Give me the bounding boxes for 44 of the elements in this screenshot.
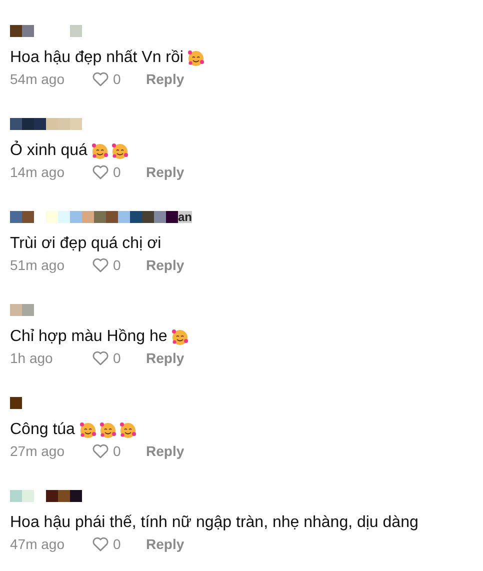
- like-button[interactable]: 0: [92, 443, 146, 459]
- comment-time: 47m ago: [10, 536, 66, 552]
- like-button[interactable]: 0: [92, 164, 146, 180]
- smiling-face-with-hearts-icon: [171, 328, 190, 346]
- smiling-face-with-hearts-icon: [98, 421, 117, 439]
- comment-time: 14m ago: [10, 164, 66, 180]
- comment-time: 51m ago: [10, 257, 66, 273]
- comment-text: Công túa: [10, 421, 75, 439]
- comment-text: Ỏ xinh quá: [10, 142, 88, 160]
- smiling-face-with-hearts-icon: [78, 421, 97, 439]
- comment-text: Hoa hậu phái thế, tính nữ ngập tràn, nhẹ nhàng, dịu dàng: [10, 514, 418, 532]
- like-count: 0: [113, 536, 121, 552]
- comment-text: Chỉ hợp màu Hồng he: [10, 328, 168, 346]
- like-count: 0: [113, 164, 121, 180]
- comment-time: 27m ago: [10, 443, 66, 459]
- comment-time: 1h ago: [10, 350, 54, 366]
- heart-icon: [92, 444, 109, 458]
- comment-text: Trùi ơi đẹp quá chị ơi: [10, 235, 162, 253]
- like-button[interactable]: 0: [92, 71, 146, 87]
- heart-icon: [92, 164, 109, 180]
- like-count: 0: [113, 257, 121, 273]
- smiling-face-with-hearts-icon: [187, 49, 206, 67]
- reply-button[interactable]: Reply: [146, 71, 184, 87]
- heart-icon: [92, 350, 109, 366]
- like-button[interactable]: 0: [92, 350, 146, 366]
- reply-button[interactable]: Reply: [146, 350, 184, 366]
- smiling-face-with-hearts-icon: [111, 142, 130, 160]
- like-count: 0: [113, 350, 121, 366]
- like-count: 0: [113, 443, 121, 459]
- smiling-face-with-hearts-icon: [91, 142, 110, 160]
- username-fragment: an: [178, 211, 192, 223]
- smiling-face-with-hearts-icon: [118, 421, 137, 439]
- reply-button[interactable]: Reply: [146, 443, 184, 459]
- heart-icon: [92, 536, 109, 552]
- reply-button[interactable]: Reply: [146, 536, 184, 552]
- like-button[interactable]: 0: [92, 257, 146, 273]
- reply-button[interactable]: Reply: [146, 257, 184, 273]
- heart-icon: [92, 72, 109, 86]
- like-button[interactable]: 0: [92, 536, 146, 552]
- comment-time: 54m ago: [10, 71, 66, 87]
- heart-icon: [92, 258, 109, 272]
- reply-button[interactable]: Reply: [146, 164, 184, 180]
- comment-text: Hoa hậu đẹp nhất Vn rồi: [10, 49, 184, 67]
- like-count: 0: [113, 71, 121, 87]
